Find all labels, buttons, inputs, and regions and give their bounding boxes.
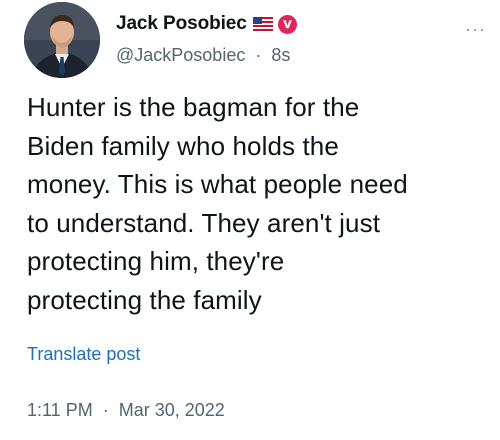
handle-row: @JackPosobiec · 8s bbox=[116, 45, 460, 66]
relative-time: 8s bbox=[271, 45, 291, 65]
handle-separator: · bbox=[250, 45, 267, 65]
meta-separator: · bbox=[97, 400, 114, 420]
avatar-image bbox=[24, 2, 100, 78]
post-header: Jack Posobiec @JackPosobiec · 8s bbox=[116, 12, 460, 66]
avatar[interactable] bbox=[24, 2, 100, 78]
verified-badge-icon[interactable] bbox=[277, 14, 297, 34]
us-flag-icon bbox=[252, 17, 273, 31]
post-text: Hunter is the bagman for the Biden famil… bbox=[27, 92, 408, 315]
more-options-icon[interactable]: ··· bbox=[465, 20, 486, 38]
name-row: Jack Posobiec bbox=[116, 12, 460, 36]
post-meta: 1:11 PM · Mar 30, 2022 bbox=[27, 400, 225, 421]
handle[interactable]: @JackPosobiec bbox=[116, 45, 245, 65]
tweet-card: Jack Posobiec @JackPosobiec · 8s ··· Hun… bbox=[0, 0, 500, 440]
display-name[interactable]: Jack Posobiec bbox=[116, 13, 247, 35]
post-time[interactable]: 1:11 PM bbox=[27, 400, 93, 420]
translate-post-link[interactable]: Translate post bbox=[27, 344, 140, 365]
post-date[interactable]: Mar 30, 2022 bbox=[119, 400, 225, 420]
